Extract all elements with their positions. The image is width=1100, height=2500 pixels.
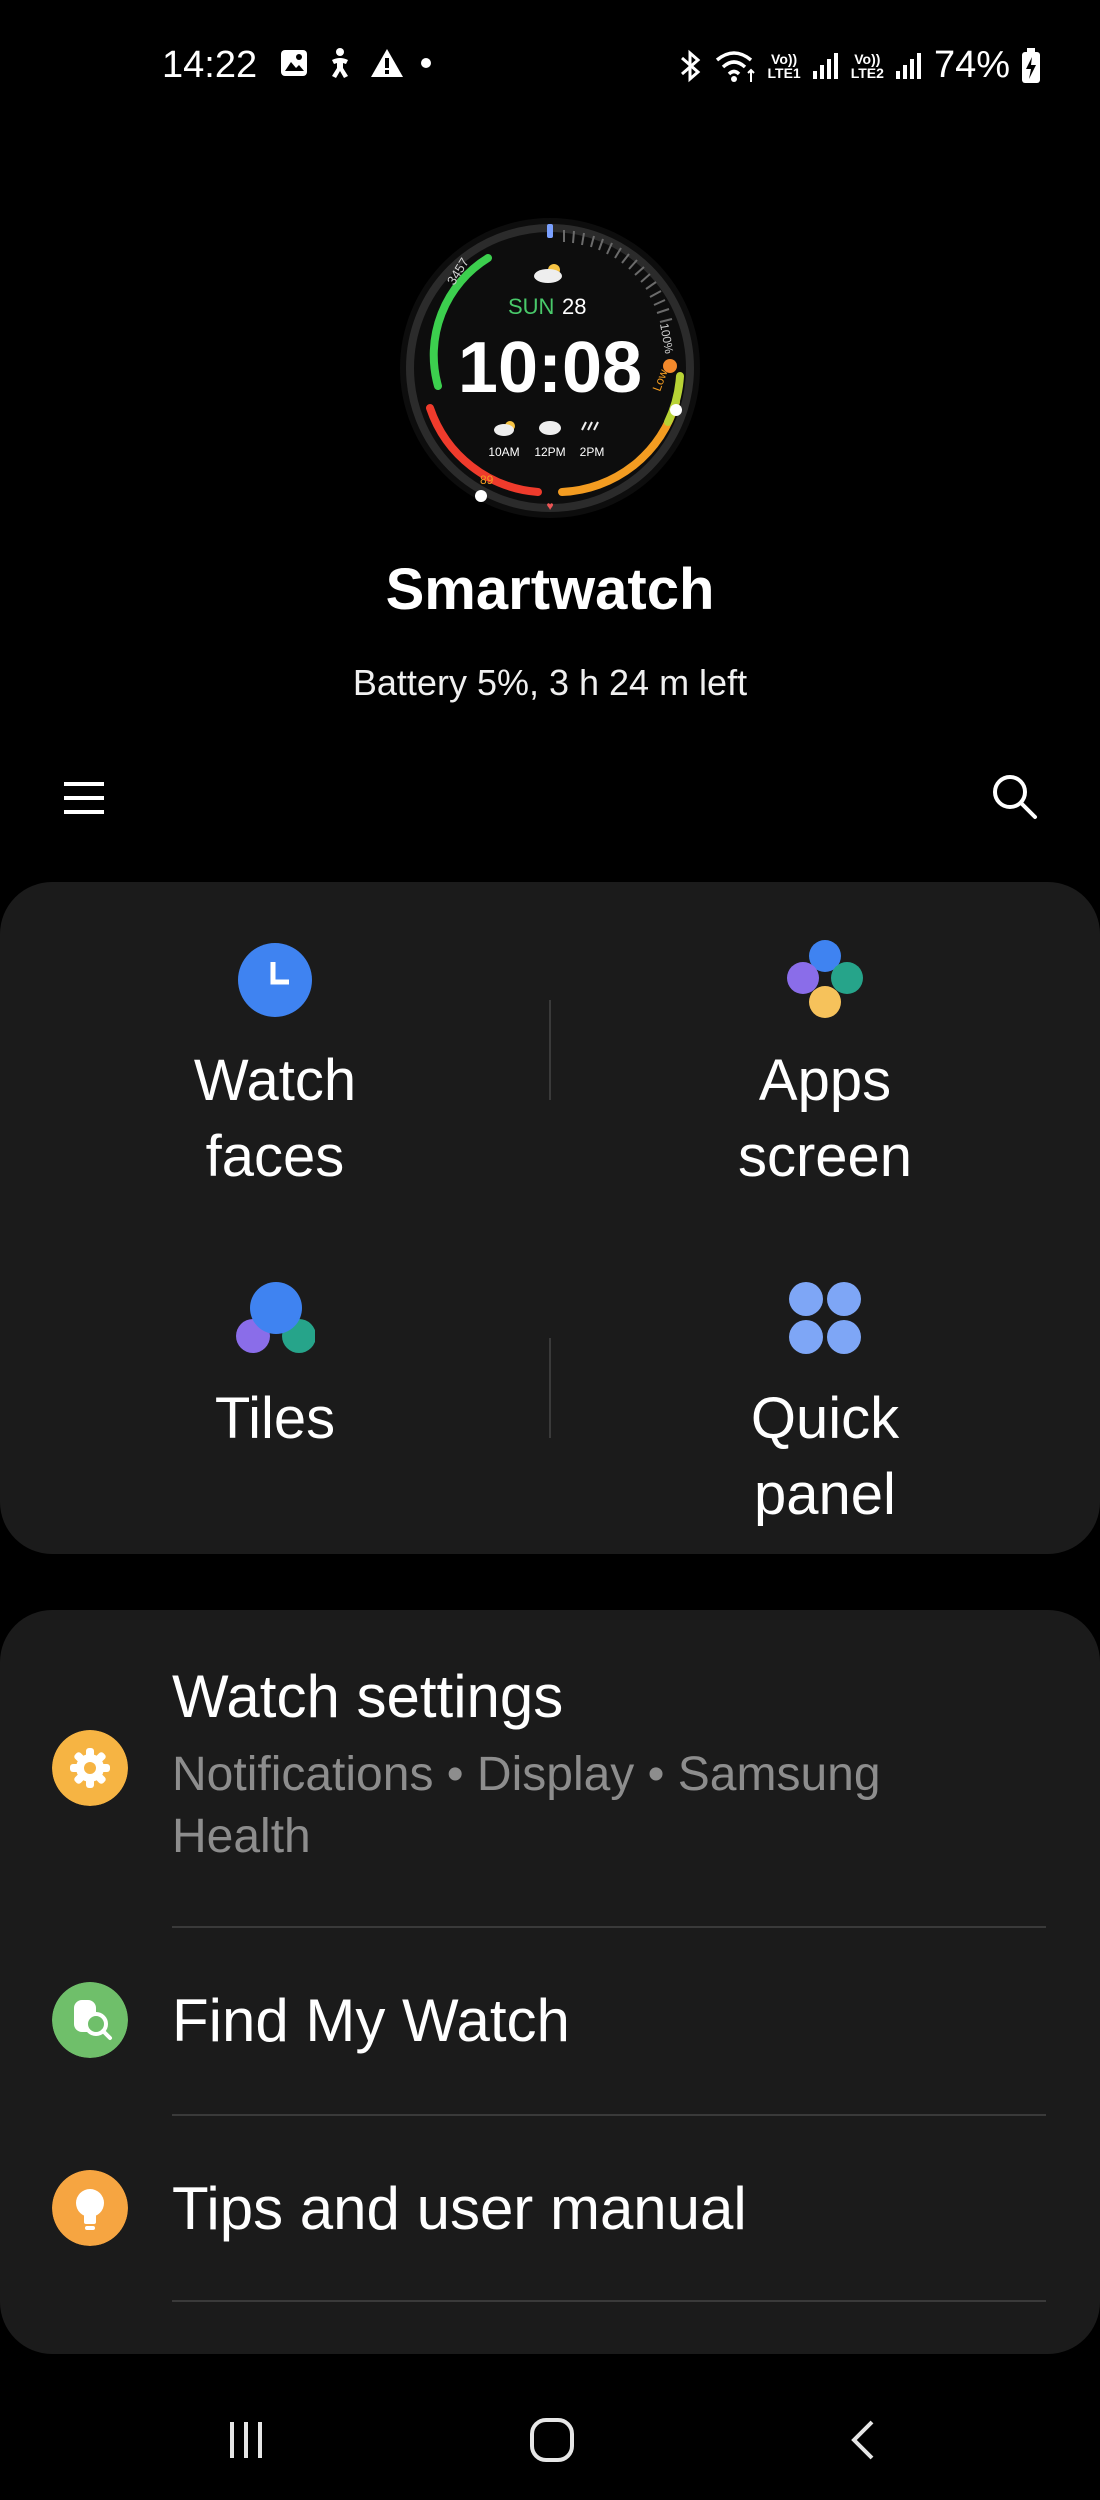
- device-name: Smartwatch: [385, 557, 715, 622]
- grid-label-watch-faces-1: Watch: [193, 1048, 357, 1113]
- list-item-watch-settings[interactable]: Watch settings Notifications • Display •…: [0, 1610, 1100, 1928]
- list-title-find-my-watch: Find My Watch: [172, 1987, 570, 2054]
- grid-label-quick-panel-2: panel: [754, 1462, 896, 1527]
- apps-screen-icon: [787, 940, 863, 1018]
- gear-icon: [52, 1730, 128, 1806]
- home-icon[interactable]: [528, 2416, 576, 2464]
- gallery-icon: [281, 50, 307, 76]
- list-subtitle-watch-settings: Notifications • Display • Samsung Health: [172, 1748, 881, 1863]
- lightbulb-icon: [52, 2170, 128, 2246]
- search-icon[interactable]: [988, 770, 1040, 822]
- tiles-icon: [236, 1282, 316, 1353]
- svg-text:♥: ♥: [546, 499, 553, 513]
- watch-faces-icon: [238, 943, 312, 1017]
- status-icons-right: Vo)) LTE1 Vo)) LTE2 74%: [678, 44, 1042, 87]
- battery-percent: 74%: [933, 44, 1010, 86]
- watch-features-card: Watch faces Apps screen Tiles Quick pane…: [0, 882, 1100, 1554]
- grid-label-quick-panel-1: Quick: [750, 1386, 900, 1451]
- navigation-bar: [0, 2390, 1100, 2500]
- forecast-time-2: 12PM: [534, 445, 565, 459]
- settings-list-card: Watch settings Notifications • Display •…: [0, 1610, 1100, 2354]
- device-battery-status: Battery 5%, 3 h 24 m left: [352, 662, 748, 703]
- watch-time: 10:08: [458, 328, 642, 408]
- signal-lte2-label: Vo)) LTE2: [850, 50, 884, 81]
- signal-lte2-icon: [895, 52, 921, 79]
- list-title-watch-settings: Watch settings: [172, 1663, 564, 1730]
- signal-lte1-label: Vo)) LTE1: [767, 50, 801, 81]
- grid-label-watch-faces-2: faces: [205, 1124, 345, 1189]
- status-icons-left: [278, 46, 434, 80]
- warning-icon: [371, 49, 403, 77]
- wifi-icon: [715, 50, 755, 82]
- grid-item-quick-panel[interactable]: Quick panel: [550, 1278, 1100, 1533]
- grid-item-watch-faces[interactable]: Watch faces: [0, 940, 550, 1195]
- find-watch-icon: [52, 1982, 128, 2058]
- battery-charging-icon: [1022, 47, 1040, 83]
- hamburger-menu-icon[interactable]: [62, 776, 106, 820]
- bluetooth-icon: [680, 49, 700, 82]
- list-item-find-my-watch[interactable]: Find My Watch: [0, 1928, 1100, 2114]
- status-time: 14:22: [162, 44, 258, 86]
- recents-icon[interactable]: [226, 2418, 270, 2462]
- grid-label-tiles-1: Tiles: [214, 1386, 336, 1451]
- back-icon[interactable]: [844, 2418, 884, 2462]
- watch-date-num: 28: [562, 294, 586, 319]
- list-separator: [172, 2300, 1046, 2302]
- grid-label-apps-screen-1: Apps: [758, 1048, 892, 1113]
- heart-rate-label: 89: [480, 473, 494, 487]
- quick-panel-icon: [789, 1282, 861, 1354]
- status-bar: 14:22 Vo)) LTE1 Vo)) LTE2 74%: [0, 0, 1100, 140]
- watch-date-day: SUN: [508, 294, 554, 319]
- list-item-tips-user-manual[interactable]: Tips and user manual: [0, 2116, 1100, 2302]
- signal-lte1-icon: [812, 52, 838, 79]
- grid-item-tiles[interactable]: Tiles: [0, 1278, 550, 1457]
- forecast-time-1: 10AM: [488, 445, 519, 459]
- grid-item-apps-screen[interactable]: Apps screen: [550, 940, 1100, 1195]
- notification-dot-icon: [421, 58, 431, 68]
- list-title-tips-user-manual: Tips and user manual: [172, 2175, 747, 2242]
- watch-face-preview[interactable]: ♥ 3457 100% Low 89 SUN 28 10:08 10AM 12P…: [398, 216, 702, 520]
- accessibility-icon: [332, 48, 348, 78]
- forecast-time-3: 2PM: [580, 445, 605, 459]
- grid-label-apps-screen-2: screen: [737, 1124, 913, 1189]
